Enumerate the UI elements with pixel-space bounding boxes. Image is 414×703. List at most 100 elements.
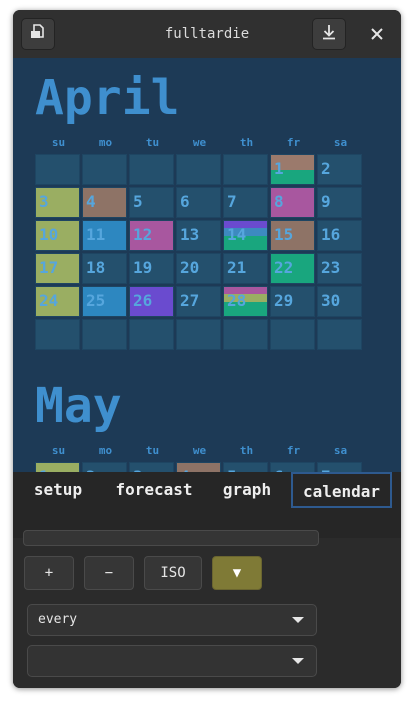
calendar-day[interactable]: 15: [270, 220, 315, 251]
tab-forecast[interactable]: forecast: [109, 472, 199, 508]
controls-panel: + − ISO ▼ every: [13, 530, 401, 688]
day-number: 16: [321, 225, 341, 244]
weekday-label: mo: [98, 444, 113, 457]
secondary-select[interactable]: [27, 645, 317, 677]
calendar-day[interactable]: 9: [317, 187, 362, 218]
calendar-day[interactable]: 5: [129, 187, 174, 218]
calendar-day[interactable]: 3: [129, 462, 174, 472]
chevron-down-icon: [292, 617, 304, 623]
calendar-day[interactable]: 28: [223, 286, 268, 317]
weekday-label: fr: [286, 136, 301, 149]
weekday-label: sa: [333, 136, 348, 149]
calendar-day[interactable]: 25: [82, 286, 127, 317]
calendar-day[interactable]: 2: [82, 462, 127, 472]
day-number: 14: [227, 225, 247, 244]
calendar-day[interactable]: 30: [317, 286, 362, 317]
open-button[interactable]: [21, 18, 55, 50]
weekday-label: th: [239, 136, 254, 149]
calendar-day[interactable]: 26: [129, 286, 174, 317]
add-button[interactable]: +: [24, 556, 74, 590]
day-number: 19: [133, 258, 153, 277]
calendar-day[interactable]: 29: [270, 286, 315, 317]
month-name: May: [35, 378, 122, 434]
day-number: 23: [321, 258, 341, 277]
download-icon: [320, 23, 338, 45]
calendar-day[interactable]: 16: [317, 220, 362, 251]
app-window: fulltardie April su mo tu we th fr sa 1 2 3 4 5 6 7 8 9…: [13, 10, 401, 688]
partial-input[interactable]: [23, 530, 319, 546]
day-number: 25: [86, 291, 106, 310]
day-number: 28: [227, 291, 247, 310]
calendar-empty-cell: [176, 154, 221, 185]
download-button[interactable]: [312, 18, 346, 50]
calendar-day[interactable]: 24: [35, 286, 80, 317]
day-number: 8: [274, 192, 284, 211]
calendar-empty-cell: [35, 154, 80, 185]
calendar-day[interactable]: 3: [35, 187, 80, 218]
calendar-day[interactable]: 22: [270, 253, 315, 284]
calendar-day[interactable]: 10: [35, 220, 80, 251]
day-number: 21: [227, 258, 247, 277]
calendar-empty-cell: [223, 319, 268, 350]
day-number: 9: [321, 192, 331, 211]
document-open-icon: [29, 23, 47, 45]
calendar-empty-cell: [129, 154, 174, 185]
calendar-day[interactable]: 11: [82, 220, 127, 251]
iso-button[interactable]: ISO: [144, 556, 202, 590]
calendar-day[interactable]: 4: [82, 187, 127, 218]
calendar-day[interactable]: 20: [176, 253, 221, 284]
calendar-day[interactable]: 1: [35, 462, 80, 472]
calendar-empty-cell: [223, 154, 268, 185]
calendar-day[interactable]: 12: [129, 220, 174, 251]
weekday-label: fr: [286, 444, 301, 457]
day-number: 4: [86, 192, 96, 211]
calendar-day[interactable]: 23: [317, 253, 362, 284]
calendar-day[interactable]: 7: [317, 462, 362, 472]
calendar-day[interactable]: 5: [223, 462, 268, 472]
day-number: 10: [39, 225, 59, 244]
calendar-day[interactable]: 13: [176, 220, 221, 251]
close-icon: [371, 25, 383, 44]
calendar-empty-cell: [82, 154, 127, 185]
calendar-empty-cell: [270, 319, 315, 350]
weekday-label: th: [239, 444, 254, 457]
calendar-day[interactable]: 4: [176, 462, 221, 472]
day-number: 12: [133, 225, 153, 244]
remove-button[interactable]: −: [84, 556, 134, 590]
calendar-day[interactable]: 7: [223, 187, 268, 218]
repeat-select-value: every: [38, 612, 78, 627]
weekday-label: su: [51, 444, 66, 457]
calendar-day[interactable]: 18: [82, 253, 127, 284]
day-number: 26: [133, 291, 153, 310]
calendar-day[interactable]: 6: [176, 187, 221, 218]
titlebar: fulltardie: [13, 10, 401, 59]
calendar-day[interactable]: 1: [270, 154, 315, 185]
day-number: 20: [180, 258, 200, 277]
weekday-label: we: [192, 136, 207, 149]
calendar-day[interactable]: 8: [270, 187, 315, 218]
calendar-day[interactable]: 6: [270, 462, 315, 472]
calendar-empty-cell: [176, 319, 221, 350]
calendar-day[interactable]: 14: [223, 220, 268, 251]
tab-bar: setup forecast graph calendar: [13, 472, 401, 538]
weekday-label: tu: [145, 444, 160, 457]
calendar-empty-cell: [129, 319, 174, 350]
calendar-day[interactable]: 19: [129, 253, 174, 284]
calendar-day[interactable]: 27: [176, 286, 221, 317]
calendar-empty-cell: [35, 319, 80, 350]
repeat-select[interactable]: every: [27, 604, 317, 636]
month-name: April: [35, 70, 180, 126]
tab-setup[interactable]: setup: [27, 472, 89, 508]
day-number: 2: [321, 159, 331, 178]
weekday-label: we: [192, 444, 207, 457]
calendar-day[interactable]: 17: [35, 253, 80, 284]
calendar-day[interactable]: 2: [317, 154, 362, 185]
tab-calendar[interactable]: calendar: [291, 472, 392, 508]
calendar-day[interactable]: 21: [223, 253, 268, 284]
day-number: 1: [274, 159, 284, 178]
day-number: 27: [180, 291, 200, 310]
tab-graph[interactable]: graph: [215, 472, 279, 508]
close-button[interactable]: [367, 24, 387, 44]
toggle-button[interactable]: ▼: [212, 556, 262, 590]
calendar-view[interactable]: April su mo tu we th fr sa 1 2 3 4 5 6 7 8 9 10 11 12 13 14 1…: [13, 58, 401, 472]
